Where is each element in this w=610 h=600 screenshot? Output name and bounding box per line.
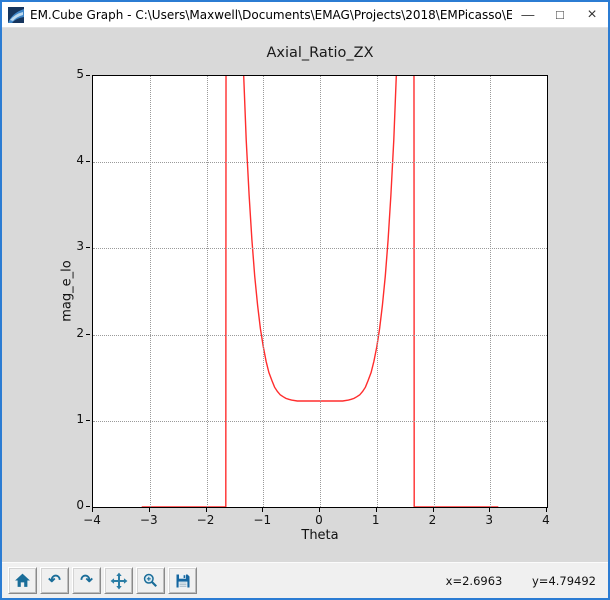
back-arrow-icon: ↶ bbox=[48, 572, 61, 589]
x-tick-label: −2 bbox=[196, 513, 215, 527]
x-gridline bbox=[490, 76, 492, 507]
x-tick-mark bbox=[92, 508, 93, 512]
app-icon bbox=[8, 6, 24, 23]
figure-canvas: Axial_Ratio_ZX mag_e_lo Theta −4 −3 −2 −1 0 1… bbox=[2, 28, 608, 562]
y-tick-label: 4 bbox=[76, 153, 84, 168]
x-gridline bbox=[149, 76, 151, 507]
y-tick-mark bbox=[86, 333, 90, 335]
pan-button[interactable] bbox=[104, 567, 133, 594]
close-button[interactable]: × bbox=[576, 2, 608, 28]
home-icon bbox=[15, 573, 30, 587]
save-floppy-icon bbox=[176, 574, 189, 587]
y-tick-label: 2 bbox=[76, 325, 84, 340]
x-gridline bbox=[206, 76, 208, 507]
y-tick-label: 3 bbox=[76, 239, 84, 254]
x-gridline bbox=[320, 76, 321, 507]
x-tick-mark bbox=[205, 508, 207, 512]
y-gridline bbox=[93, 334, 547, 336]
status-y-coordinate: y=4.79492 bbox=[532, 573, 596, 588]
x-tick-mark bbox=[489, 508, 491, 512]
x-tick-mark bbox=[319, 508, 320, 512]
titlebar: EM.Cube Graph - C:\Users\Maxwell\Documen… bbox=[2, 2, 608, 28]
magnifier-icon bbox=[143, 573, 157, 587]
plot-title: Axial_Ratio_ZX bbox=[266, 45, 374, 61]
back-button[interactable]: ↶ bbox=[40, 567, 69, 594]
nav-toolbar: ↶ ↷ x=2.6963 y=4.79492 bbox=[2, 562, 608, 598]
y-tick-label: 0 bbox=[76, 498, 84, 512]
forward-arrow-icon: ↷ bbox=[80, 572, 93, 589]
pan-arrows-icon bbox=[110, 572, 127, 589]
x-axis-label: Theta bbox=[301, 528, 339, 543]
x-tick-label: 4 bbox=[542, 513, 550, 527]
x-tick-label: 0 bbox=[315, 513, 323, 527]
forward-button[interactable]: ↷ bbox=[72, 567, 101, 594]
y-tick-label: 1 bbox=[76, 411, 84, 426]
window-title: EM.Cube Graph - C:\Users\Maxwell\Documen… bbox=[30, 7, 512, 22]
y-gridline bbox=[93, 420, 547, 422]
x-gridline bbox=[263, 76, 265, 507]
x-gridline bbox=[376, 76, 378, 507]
y-axis-label: mag_e_lo bbox=[59, 260, 75, 322]
y-tick-mark bbox=[86, 75, 90, 76]
y-tick-mark bbox=[86, 419, 90, 421]
x-gridline bbox=[433, 76, 435, 507]
x-tick-label: 1 bbox=[371, 513, 380, 527]
x-tick-mark bbox=[546, 508, 547, 512]
y-tick-mark bbox=[86, 247, 90, 249]
y-tick-label: 5 bbox=[76, 67, 84, 81]
x-tick-label: −4 bbox=[83, 513, 101, 527]
save-button[interactable] bbox=[168, 567, 197, 594]
x-tick-label: 2 bbox=[428, 513, 437, 527]
app-window: EM.Cube Graph - C:\Users\Maxwell\Documen… bbox=[0, 0, 610, 600]
axes-area[interactable] bbox=[92, 75, 548, 508]
x-tick-label: 3 bbox=[485, 513, 494, 527]
x-tick-mark bbox=[148, 508, 150, 512]
home-button[interactable] bbox=[8, 567, 37, 594]
x-tick-label: −1 bbox=[253, 513, 272, 527]
y-gridline bbox=[93, 248, 547, 250]
x-tick-mark bbox=[262, 508, 264, 512]
maximize-button[interactable]: □ bbox=[544, 2, 576, 28]
y-tick-mark bbox=[86, 506, 90, 507]
y-gridline bbox=[93, 162, 547, 164]
x-tick-mark bbox=[375, 508, 377, 512]
minimize-button[interactable]: — bbox=[512, 2, 544, 28]
x-tick-mark bbox=[432, 508, 434, 512]
zoom-button[interactable] bbox=[136, 567, 165, 594]
y-tick-mark bbox=[86, 161, 90, 163]
x-tick-label: −3 bbox=[139, 513, 158, 527]
cursor-status: x=2.6963 y=4.79492 bbox=[420, 574, 596, 588]
status-x-coordinate: x=2.6963 bbox=[445, 573, 503, 588]
